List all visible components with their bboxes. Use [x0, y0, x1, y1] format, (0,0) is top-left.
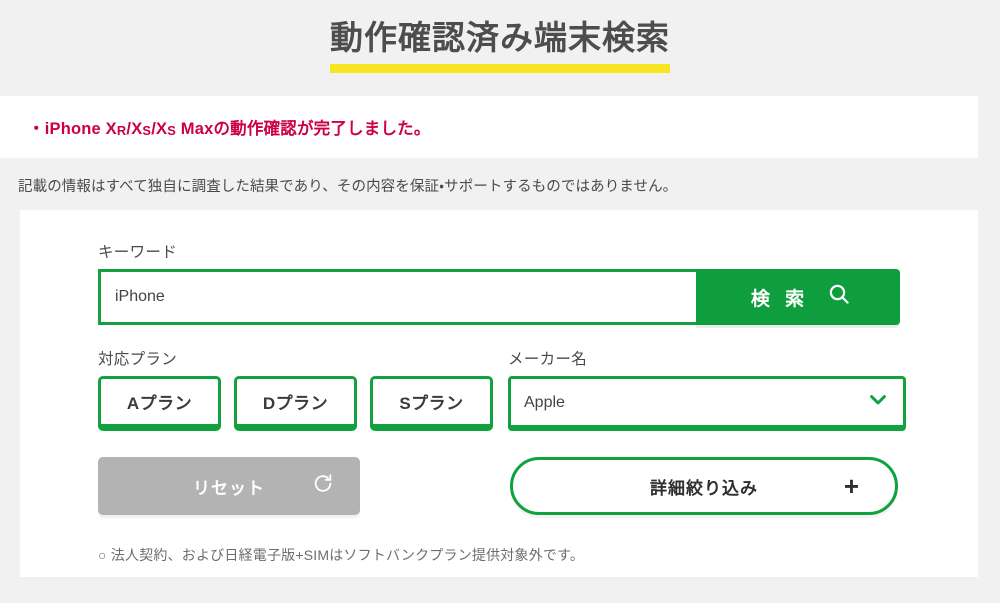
search-input[interactable] — [98, 269, 696, 325]
notice-prefix: ・iPhone X — [28, 120, 117, 138]
plan-button-s[interactable]: Sプラン — [370, 376, 493, 431]
keyword-label: キーワード — [98, 244, 178, 261]
card-note: ○ 法人契約、および日経電子版+SIMはソフトバンクプラン提供対象外です。 — [98, 547, 585, 563]
page-header: 動作確認済み端末検索 — [0, 0, 1000, 96]
keyword-row: 検 索 — [98, 269, 900, 325]
notice-sub-s1: S — [142, 123, 152, 138]
search-icon — [827, 282, 851, 312]
notice-sub-s2: S — [167, 123, 176, 138]
filters-row: 対応プラン Aプラン Dプラン Sプラン メーカー名 Apple — [20, 347, 978, 431]
search-card: キーワード 検 索 対応プラン Aプラン Dプラン Sプラン — [20, 210, 978, 577]
plan-buttons: Aプラン Dプラン Sプラン — [98, 376, 508, 431]
title-underline — [330, 63, 670, 73]
reset-button[interactable]: リセット — [98, 457, 360, 515]
notice-sub-r: R — [116, 123, 127, 138]
title-wrap: 動作確認済み端末検索 — [330, 18, 670, 73]
notice-suffix: Maxの動作確認が完了しました。 — [175, 120, 431, 138]
notice-text: ・iPhone XR/XS/XS Maxの動作確認が完了しました。 — [28, 115, 431, 139]
page-title: 動作確認済み端末検索 — [330, 19, 670, 56]
notice-mid-1: /X — [126, 120, 143, 138]
plan-button-a[interactable]: Aプラン — [98, 376, 221, 431]
search-button-label: 検 索 — [750, 288, 810, 310]
plus-icon: + — [843, 471, 860, 501]
actions-row: リセット 詳細絞り込み + — [20, 457, 978, 515]
maker-select-wrap: Apple — [508, 376, 906, 431]
detail-filter-button[interactable]: 詳細絞り込み + — [510, 457, 898, 515]
plans-block: 対応プラン Aプラン Dプラン Sプラン — [98, 347, 508, 431]
search-button[interactable]: 検 索 — [696, 269, 900, 325]
detail-filter-label: 詳細絞り込み — [650, 478, 758, 498]
refresh-icon — [312, 473, 334, 500]
notice-mid-2: /X — [151, 120, 168, 138]
plans-label: 対応プラン — [98, 351, 178, 368]
maker-select[interactable]: Apple — [508, 376, 906, 431]
maker-block: メーカー名 Apple — [508, 347, 908, 431]
notice-banner: ・iPhone XR/XS/XS Maxの動作確認が完了しました。 — [0, 96, 978, 158]
disclaimer-text: 記載の情報はすべて独自に調査した結果であり、その内容を保証・サポートするものでは… — [18, 179, 678, 195]
reset-button-label: リセット — [193, 478, 265, 498]
keyword-block: キーワード 検 索 — [20, 240, 978, 325]
plan-button-d[interactable]: Dプラン — [234, 376, 357, 431]
maker-label: メーカー名 — [508, 351, 588, 368]
